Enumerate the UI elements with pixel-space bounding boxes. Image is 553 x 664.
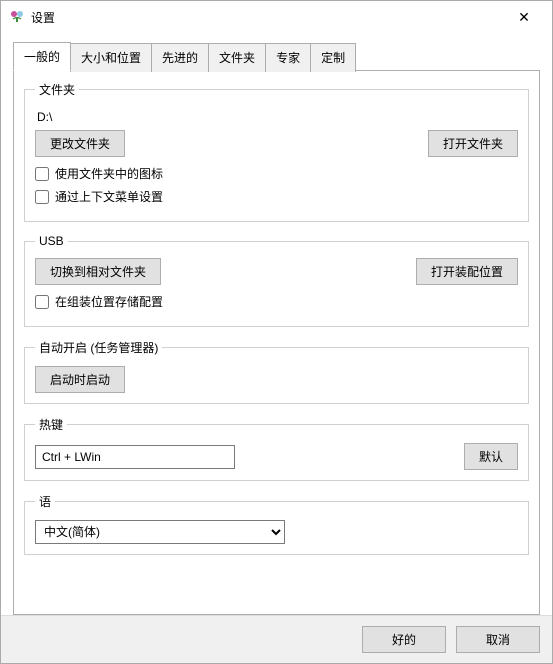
cancel-button[interactable]: 取消: [456, 626, 540, 653]
close-icon: ✕: [518, 9, 530, 26]
tab-size-position[interactable]: 大小和位置: [70, 43, 152, 72]
group-language-legend: 语: [35, 493, 55, 510]
app-icon: [9, 9, 25, 25]
group-usb: USB 切换到相对文件夹 打开装配位置 在组装位置存储配置: [24, 234, 529, 327]
checkbox-context-menu[interactable]: 通过上下文菜单设置: [35, 188, 518, 205]
dialog-footer: 好的 取消: [1, 615, 552, 663]
checkbox-use-folder-icons-input[interactable]: [35, 167, 49, 181]
start-on-boot-button[interactable]: 启动时启动: [35, 366, 125, 393]
tab-custom[interactable]: 定制: [310, 43, 356, 72]
checkbox-store-config[interactable]: 在组装位置存储配置: [35, 293, 518, 310]
group-folder-legend: 文件夹: [35, 81, 79, 98]
switch-relative-folder-button[interactable]: 切换到相对文件夹: [35, 258, 161, 285]
tabs: 一般的 大小和位置 先进的 文件夹 专家 定制: [13, 41, 540, 70]
tab-expert[interactable]: 专家: [265, 43, 311, 72]
group-usb-legend: USB: [35, 234, 68, 248]
tab-folder[interactable]: 文件夹: [208, 43, 266, 72]
client-area: 一般的 大小和位置 先进的 文件夹 专家 定制 文件夹 D:\ 更改文件夹 打开…: [1, 33, 552, 615]
checkbox-context-menu-label: 通过上下文菜单设置: [55, 188, 163, 205]
tab-general[interactable]: 一般的: [13, 42, 71, 71]
group-hotkey-legend: 热键: [35, 416, 67, 433]
group-autostart: 自动开启 (任务管理器) 启动时启动: [24, 339, 529, 404]
language-select[interactable]: 中文(简体): [35, 520, 285, 544]
tabpage-general: 文件夹 D:\ 更改文件夹 打开文件夹 使用文件夹中的图标 通过上下文菜单设置 …: [13, 70, 540, 615]
checkbox-store-config-input[interactable]: [35, 295, 49, 309]
group-autostart-legend: 自动开启 (任务管理器): [35, 339, 162, 356]
checkbox-store-config-label: 在组装位置存储配置: [55, 293, 163, 310]
tab-advanced[interactable]: 先进的: [151, 43, 209, 72]
change-folder-button[interactable]: 更改文件夹: [35, 130, 125, 157]
window-title: 设置: [31, 9, 55, 26]
checkbox-context-menu-input[interactable]: [35, 190, 49, 204]
checkbox-use-folder-icons[interactable]: 使用文件夹中的图标: [35, 165, 518, 182]
folder-path: D:\: [35, 108, 518, 130]
checkbox-use-folder-icons-label: 使用文件夹中的图标: [55, 165, 163, 182]
group-language: 语 中文(简体): [24, 493, 529, 555]
titlebar: 设置 ✕: [1, 1, 552, 33]
settings-window: 设置 ✕ 一般的 大小和位置 先进的 文件夹 专家 定制 文件夹 D:\ 更改文…: [0, 0, 553, 664]
hotkey-input[interactable]: [35, 445, 235, 469]
open-assembly-location-button[interactable]: 打开装配位置: [416, 258, 518, 285]
group-folder: 文件夹 D:\ 更改文件夹 打开文件夹 使用文件夹中的图标 通过上下文菜单设置: [24, 81, 529, 222]
close-button[interactable]: ✕: [502, 3, 546, 31]
ok-button[interactable]: 好的: [362, 626, 446, 653]
group-hotkey: 热键 默认: [24, 416, 529, 481]
open-folder-button[interactable]: 打开文件夹: [428, 130, 518, 157]
hotkey-default-button[interactable]: 默认: [464, 443, 518, 470]
